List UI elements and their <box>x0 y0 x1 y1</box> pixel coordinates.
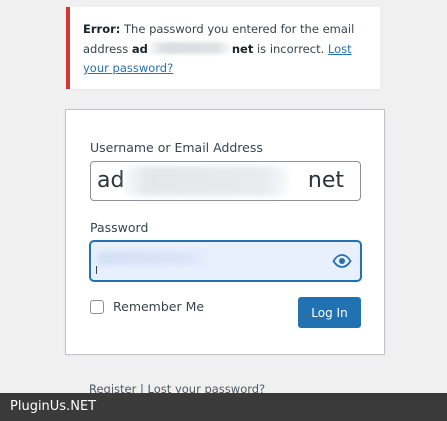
error-email-end: net <box>231 41 254 56</box>
login-form: Username or Email Address ad net Passwor… <box>65 109 385 355</box>
text-caret <box>96 266 97 274</box>
redacted-username-blur <box>123 166 289 196</box>
username-value-start: ad <box>97 168 125 193</box>
eye-icon[interactable] <box>332 253 352 269</box>
watermark-text: PluginUs.NET <box>10 399 97 414</box>
password-field[interactable] <box>90 241 361 281</box>
remember-me[interactable]: Remember Me <box>90 299 204 314</box>
remember-me-label[interactable]: Remember Me <box>113 299 204 314</box>
error-message-end: is incorrect. <box>256 41 325 56</box>
remember-me-checkbox[interactable] <box>90 299 104 314</box>
redacted-email-blur <box>147 41 232 54</box>
error-email-start: ad <box>131 41 148 56</box>
username-label: Username or Email Address <box>90 140 263 155</box>
redacted-password-blur <box>97 251 209 265</box>
log-in-button[interactable]: Log In <box>298 297 361 328</box>
password-label: Password <box>90 220 149 235</box>
watermark-bar: PluginUs.NET <box>0 393 447 421</box>
login-error-notice: Error: The password you entered for the … <box>66 7 380 89</box>
username-field[interactable]: ad net <box>90 161 361 201</box>
username-value-end: net <box>307 168 344 193</box>
error-prefix: Error: <box>83 22 121 36</box>
